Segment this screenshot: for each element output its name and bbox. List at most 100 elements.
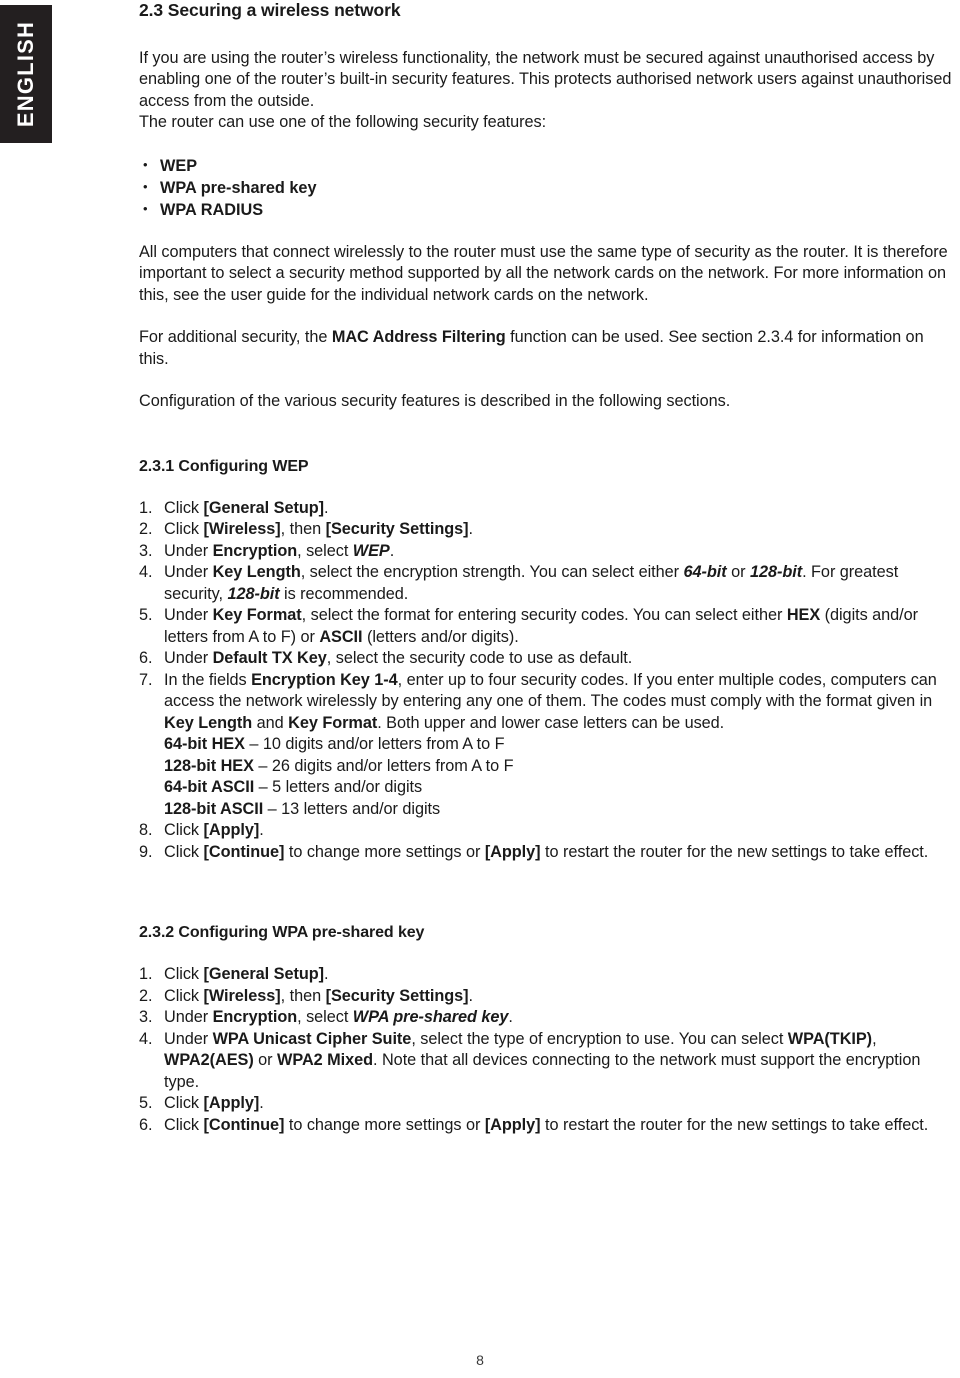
text-run: . bbox=[259, 821, 264, 840]
step-item: Click [Apply]. bbox=[139, 820, 957, 842]
emphasis-bold: [Continue] bbox=[203, 842, 285, 861]
emphasis-bold: ASCII bbox=[319, 627, 363, 646]
emphasis-bold-italic: 128-bit bbox=[749, 563, 803, 582]
text-run: to restart the router for the new settin… bbox=[540, 842, 929, 861]
text-run: . bbox=[259, 1094, 264, 1113]
text-run: Under bbox=[164, 649, 213, 668]
emphasis-bold: [Security Settings] bbox=[325, 986, 469, 1005]
text-run: . bbox=[508, 1008, 513, 1027]
emphasis-bold: Key Format bbox=[288, 713, 378, 732]
page-number: 8 bbox=[476, 1352, 484, 1368]
step-item: Click [Continue] to change more settings… bbox=[139, 842, 957, 864]
list-item-label: WPA RADIUS bbox=[160, 200, 264, 219]
emphasis-bold: WPA2 Mixed bbox=[277, 1051, 374, 1070]
text-run: , bbox=[872, 1029, 877, 1048]
language-tab-label: ENGLISH bbox=[13, 20, 38, 128]
emphasis-bold: Encryption Key 1-4 bbox=[251, 670, 398, 689]
emphasis-bold: Encryption bbox=[212, 541, 298, 560]
emphasis-bold: 64-bit ASCII bbox=[164, 778, 255, 797]
step-item: Under Default TX Key, select the securit… bbox=[139, 648, 957, 670]
intro-paragraph: If you are using the router’s wireless f… bbox=[139, 48, 952, 110]
emphasis-bold: 128-bit HEX bbox=[164, 756, 254, 775]
text-run: . bbox=[468, 520, 474, 539]
emphasis-bold: Key Length bbox=[164, 713, 253, 732]
emphasis-bold: [General Setup] bbox=[203, 965, 325, 984]
text-run: . bbox=[323, 498, 329, 517]
mac-filtering-paragraph: For additional security, the MAC Address… bbox=[139, 327, 957, 370]
emphasis-bold: WPA(TKIP) bbox=[787, 1029, 873, 1048]
emphasis-bold: [Apply] bbox=[484, 1115, 541, 1134]
list-item: WEP bbox=[139, 154, 957, 177]
step-item: Under Key Format, select the format for … bbox=[139, 605, 957, 648]
intro-paragraph-line2: The router can use one of the following … bbox=[139, 113, 547, 132]
emphasis-bold: Key Format bbox=[212, 606, 302, 625]
text-run: Click bbox=[164, 842, 204, 861]
step-sub-line: 128-bit HEX – 26 digits and/or letters f… bbox=[164, 756, 957, 778]
emphasis-bold: [Apply] bbox=[203, 1094, 260, 1113]
emphasis-bold: 64-bit HEX bbox=[164, 735, 245, 754]
emphasis-bold: WPA2(AES) bbox=[164, 1051, 254, 1070]
step-item: Click [Apply]. bbox=[139, 1093, 957, 1115]
text-run: Click bbox=[164, 520, 204, 539]
step-sub-line: 64-bit ASCII – 5 letters and/or digits bbox=[164, 777, 957, 799]
text-run: to restart the router for the new settin… bbox=[540, 1115, 929, 1134]
step-sub-line: 128-bit ASCII – 13 letters and/or digits bbox=[164, 799, 957, 821]
text-run: – 26 digits and/or letters from A to F bbox=[253, 756, 514, 775]
language-tab: ENGLISH bbox=[0, 5, 52, 143]
emphasis-bold: HEX bbox=[786, 606, 821, 625]
text-run: In the fields bbox=[164, 670, 252, 689]
text-run: – 10 digits and/or letters from A to F bbox=[244, 735, 505, 754]
text-run: Under bbox=[164, 606, 213, 625]
wpa-steps-list: Click [General Setup]. Click [Wireless], … bbox=[139, 964, 957, 1136]
text-run: , select bbox=[297, 1008, 353, 1027]
text-run: – 5 letters and/or digits bbox=[254, 778, 423, 797]
list-item-label: WPA pre-shared key bbox=[160, 178, 317, 197]
emphasis-bold-italic: WPA pre-shared key bbox=[352, 1008, 509, 1027]
list-item: WPA pre-shared key bbox=[139, 176, 957, 199]
step-item: Click [Wireless], then [Security Setting… bbox=[139, 986, 957, 1008]
text-run: to change more settings or bbox=[284, 842, 485, 861]
mac-filtering-term: MAC Address Filtering bbox=[331, 328, 506, 347]
text-run: to change more settings or bbox=[284, 1115, 485, 1134]
emphasis-bold: Key Length bbox=[212, 563, 301, 582]
step-item: Click [General Setup]. bbox=[139, 498, 957, 520]
text-run: Under bbox=[164, 563, 213, 582]
step-item: Click [Wireless], then [Security Setting… bbox=[139, 519, 957, 541]
list-item: WPA RADIUS bbox=[139, 198, 957, 221]
text-run: (letters and/or digits). bbox=[362, 627, 519, 646]
text-run: , select the encryption strength. You ca… bbox=[300, 563, 684, 582]
text-run: Click bbox=[164, 498, 204, 517]
subsection-heading-2-3-1: 2.3.1 Configuring WEP bbox=[139, 457, 309, 475]
text-run: and bbox=[252, 713, 289, 732]
text-run: , select bbox=[297, 541, 353, 560]
security-features-list: WEP WPA pre-shared key WPA RADIUS bbox=[139, 154, 957, 221]
text-run: Click bbox=[164, 986, 204, 1005]
text-run: . bbox=[389, 541, 395, 560]
step-item: Under Key Length, select the encryption … bbox=[139, 562, 957, 605]
same-type-paragraph: All computers that connect wirelessly to… bbox=[139, 242, 948, 304]
text-run: or bbox=[253, 1051, 278, 1070]
text-run: Click bbox=[164, 965, 204, 984]
text-run: or bbox=[726, 563, 750, 582]
configuration-paragraph: Configuration of the various security fe… bbox=[139, 392, 731, 411]
step-item: Under Encryption, select WEP. bbox=[139, 541, 957, 563]
step-item: Click [General Setup]. bbox=[139, 964, 957, 986]
text-run: , then bbox=[280, 520, 326, 539]
text-run: – 13 letters and/or digits bbox=[263, 799, 441, 818]
emphasis-bold: WPA Unicast Cipher Suite bbox=[212, 1029, 412, 1048]
emphasis-bold: [Wireless] bbox=[203, 520, 281, 539]
page-content: 2.3 Securing a wireless network If you a… bbox=[139, 0, 957, 1136]
text-run: Click bbox=[164, 821, 204, 840]
text-run: , select the security code to use as def… bbox=[326, 649, 633, 668]
emphasis-bold: Encryption bbox=[212, 1008, 298, 1027]
emphasis-bold: 128-bit ASCII bbox=[164, 799, 264, 818]
text-run: Click bbox=[164, 1115, 204, 1134]
